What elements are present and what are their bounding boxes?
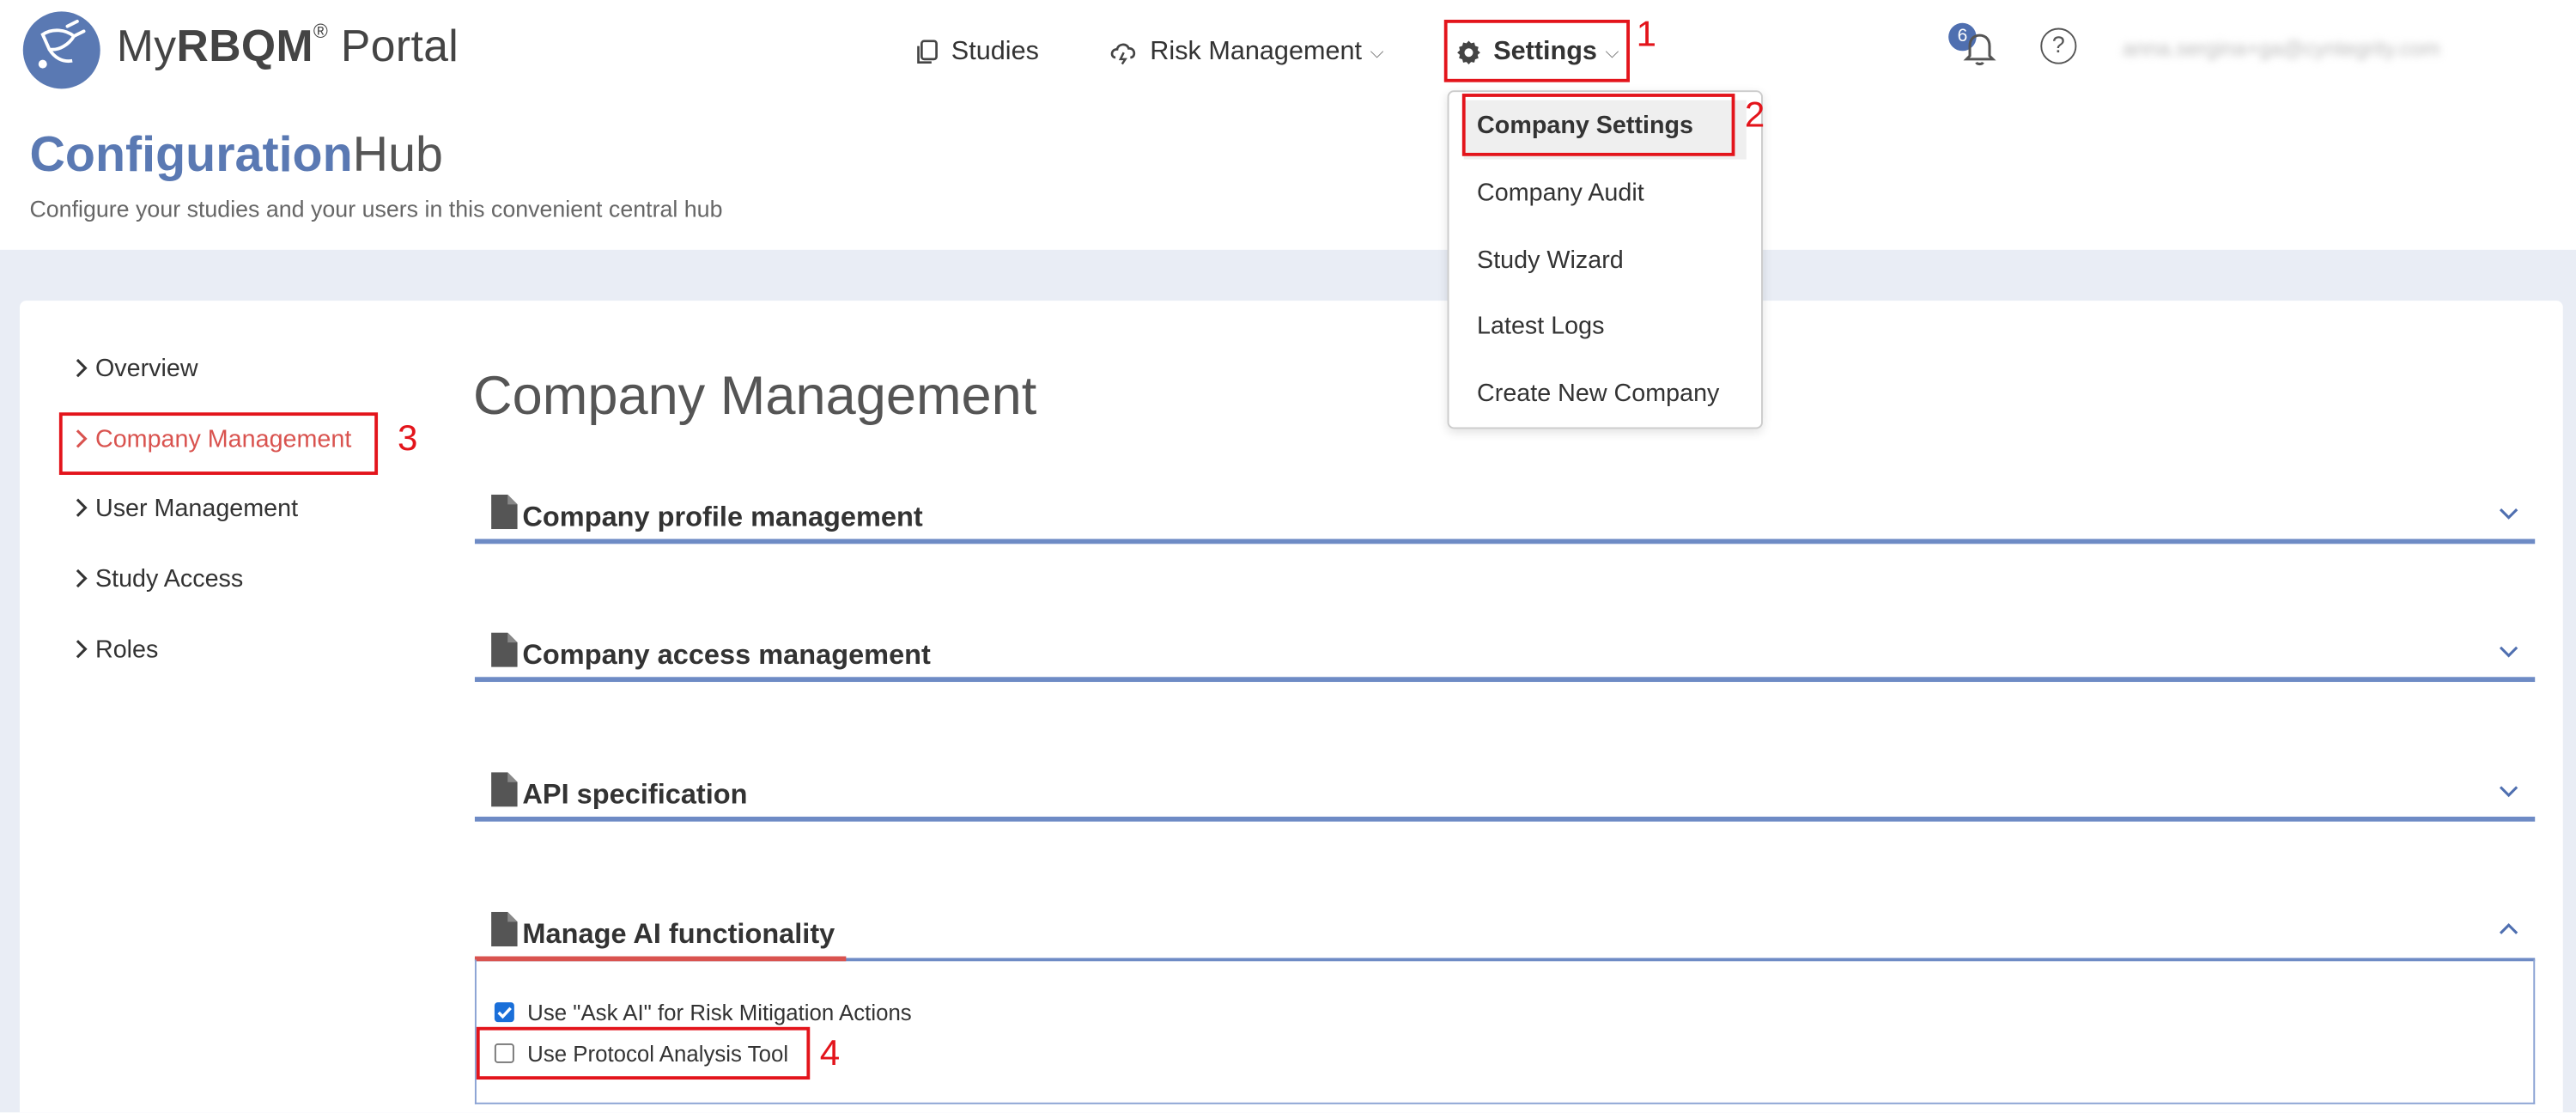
annotation-number-2: 2 xyxy=(1744,94,1765,135)
hub-title-light: Hub xyxy=(352,128,443,183)
sidebar-item-overview[interactable]: Overview xyxy=(72,350,198,386)
bell-icon[interactable] xyxy=(1960,28,2000,68)
cloud-lightning-icon xyxy=(1110,43,1136,65)
chevron-down-icon: ⌵ xyxy=(1370,41,1384,62)
file-icon xyxy=(491,911,518,947)
menu-item-study-wizard[interactable]: Study Wizard xyxy=(1477,246,1624,275)
chevron-right-icon xyxy=(76,358,88,378)
annotation-number-3: 3 xyxy=(398,417,418,459)
help-icon[interactable]: ? xyxy=(2040,27,2077,64)
sidebar-item-label: Roles xyxy=(94,635,159,664)
brand-suffix: Portal xyxy=(328,21,459,71)
accordion-underline xyxy=(474,538,2536,544)
option-ask-ai[interactable]: Use "Ask AI" for Risk Mitigation Actions xyxy=(494,997,912,1026)
user-email-menu[interactable]: anna.sergina+ga@cyntegrity.com xyxy=(2123,36,2440,61)
sidebar-item-label: User Management xyxy=(94,493,299,522)
chevron-down-icon xyxy=(2499,508,2518,520)
chevron-right-icon xyxy=(76,498,88,517)
top-bar: MyRBQM® Portal Studies Risk Management ⌵… xyxy=(0,0,2576,102)
annotation-number-4: 4 xyxy=(819,1031,841,1073)
annotation-box-company-management xyxy=(58,412,379,475)
accordion-company-access[interactable]: Company access management xyxy=(474,632,2536,683)
page-title: Company Management xyxy=(473,364,1037,426)
chevron-right-icon xyxy=(76,640,88,659)
nav-studies[interactable]: Studies xyxy=(915,33,1039,72)
sidebar-item-roles[interactable]: Roles xyxy=(72,631,158,667)
nav-risk-management[interactable]: Risk Management ⌵ xyxy=(1109,33,1384,72)
sidebar-item-label: Study Access xyxy=(94,564,244,593)
accordion-title: Company profile management xyxy=(522,501,923,532)
checkmark-icon xyxy=(497,1007,512,1019)
brand-name[interactable]: MyRBQM® Portal xyxy=(116,19,459,72)
annotation-number-1: 1 xyxy=(1636,13,1657,55)
accordion-title: Company access management xyxy=(522,639,931,671)
app-root: MyRBQM® Portal Studies Risk Management ⌵… xyxy=(0,0,2576,1113)
brand-logo-icon[interactable] xyxy=(22,11,100,89)
accordion-api-specification[interactable]: API specification xyxy=(474,772,2536,822)
accordion-manage-ai[interactable]: Manage AI functionality xyxy=(474,911,2536,962)
chevron-up-icon xyxy=(2499,923,2518,934)
annotation-box-settings xyxy=(1443,19,1630,82)
accordion-underline xyxy=(474,677,2536,683)
copy-icon xyxy=(917,40,938,64)
accordion-company-profile[interactable]: Company profile management xyxy=(474,494,2536,544)
file-icon xyxy=(491,494,518,530)
accordion-underline xyxy=(474,816,2536,822)
sidebar-item-label: Overview xyxy=(94,354,198,382)
brand-bold: RBQM xyxy=(176,21,313,71)
chevron-right-icon xyxy=(76,569,88,588)
menu-item-create-new-company[interactable]: Create New Company xyxy=(1477,380,1719,408)
annotation-box-company-settings xyxy=(1461,94,1735,156)
nav-risk-management-label: Risk Management xyxy=(1150,38,1363,66)
checkbox-checked[interactable] xyxy=(494,1002,514,1023)
annotation-box-protocol-analysis xyxy=(476,1026,811,1080)
hub-title: ConfigurationHub xyxy=(29,128,443,184)
option-label: Use "Ask AI" for Risk Mitigation Actions xyxy=(527,1000,912,1025)
accordion-title: Manage AI functionality xyxy=(522,918,835,950)
brand-prefix: My xyxy=(116,21,177,71)
hub-subtitle: Configure your studies and your users in… xyxy=(29,195,723,222)
sidebar-item-user-management[interactable]: User Management xyxy=(72,490,298,526)
brand-registered-mark: ® xyxy=(313,19,329,43)
chevron-down-icon xyxy=(2499,786,2518,798)
accordion-title: API specification xyxy=(522,778,748,811)
menu-item-company-audit[interactable]: Company Audit xyxy=(1477,179,1644,208)
hub-title-strong: Configuration xyxy=(29,128,353,183)
nav-studies-label: Studies xyxy=(951,38,1039,66)
chevron-down-icon xyxy=(2499,646,2518,658)
file-icon xyxy=(491,772,518,807)
sidebar-item-study-access[interactable]: Study Access xyxy=(72,560,243,596)
menu-item-latest-logs[interactable]: Latest Logs xyxy=(1477,313,1604,341)
file-icon xyxy=(491,632,518,667)
